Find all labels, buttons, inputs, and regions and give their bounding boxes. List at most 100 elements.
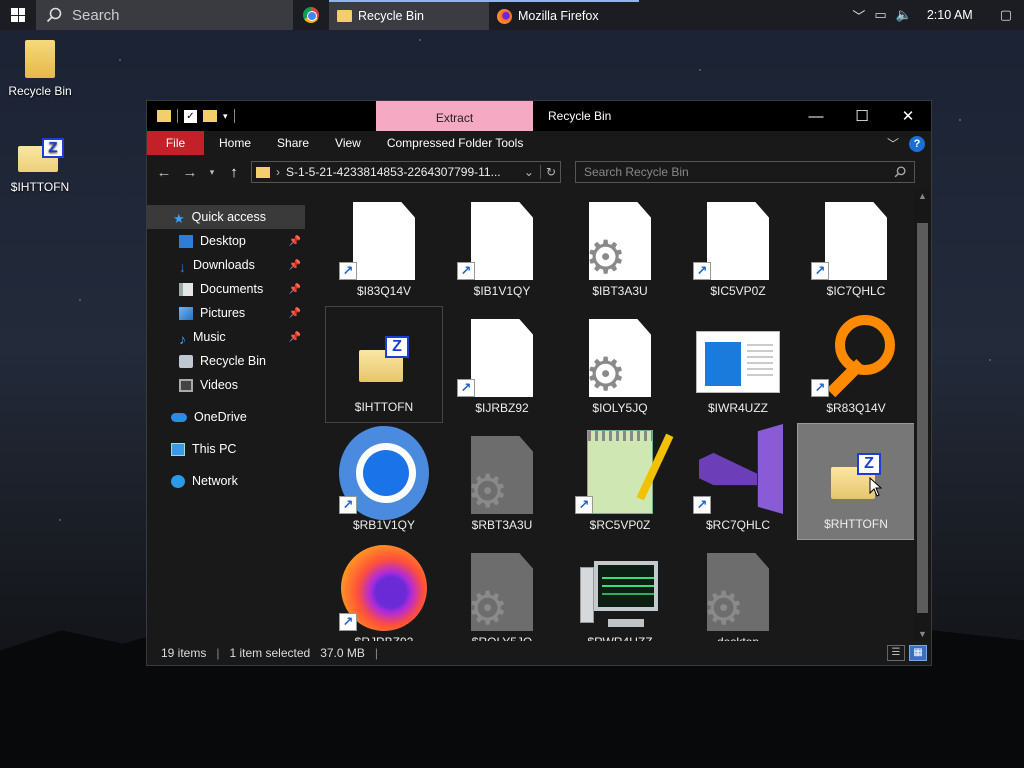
nav-recycle-bin[interactable]: Recycle Bin	[147, 349, 305, 373]
desktop-icon	[179, 234, 193, 248]
navigation-pane: ★ Quick access Desktop 📌 ↓ Downloads 📌 D…	[147, 189, 305, 641]
taskbar-app-label: Mozilla Firefox	[518, 9, 599, 23]
clock[interactable]: 2:10 AM	[927, 8, 973, 22]
nav-onedrive[interactable]: OneDrive	[147, 405, 305, 429]
back-arrow-icon[interactable]: ←	[155, 164, 173, 181]
scrollbar-thumb[interactable]	[917, 223, 928, 613]
tab-view[interactable]: View	[322, 131, 374, 155]
up-arrow-icon[interactable]: ↑	[225, 164, 243, 181]
file-item[interactable]: ↗ $I83Q14V	[325, 189, 443, 306]
mouse-cursor-icon	[869, 477, 883, 497]
contextual-tab-extract[interactable]: Extract	[376, 101, 533, 131]
file-item[interactable]: ↗ $R83Q14V	[797, 306, 915, 423]
item-count: 19 items	[161, 646, 207, 660]
close-button[interactable]: ✕	[885, 101, 931, 131]
file-item[interactable]: $IWR4UZZ	[679, 306, 797, 423]
title-bar[interactable]: ✓ ▾ Extract Recycle Bin — ☐ ✕	[147, 101, 931, 131]
windows-logo-icon	[11, 8, 25, 22]
file-item[interactable]: ⚙ $RBT3A3U	[443, 423, 561, 540]
tab-share[interactable]: Share	[264, 131, 322, 155]
chevron-down-icon[interactable]: ⌄	[524, 165, 534, 179]
chevron-up-icon[interactable]: ﹀	[852, 6, 865, 25]
file-name: $RBT3A3U	[471, 518, 533, 532]
scroll-down-icon[interactable]: ▼	[914, 627, 931, 641]
desktop-icon-label: $IHTTOFN	[10, 180, 70, 194]
nav-label: Quick access	[191, 210, 266, 224]
nav-label: Downloads	[193, 258, 255, 272]
file-item[interactable]: ⚙ $ROLY5JQ	[443, 540, 561, 657]
desktop-icon-recycle-bin[interactable]: Recycle Bin	[2, 40, 78, 98]
file-item[interactable]: ↗ $RC7QHLC	[679, 423, 797, 540]
file-item[interactable]: ↗ $RC5VP0Z	[561, 423, 679, 540]
nav-desktop[interactable]: Desktop 📌	[147, 229, 305, 253]
search-icon	[46, 7, 62, 23]
notifications-icon[interactable]: ▢	[1000, 7, 1012, 23]
file-item[interactable]: ⚙ $IBT3A3U	[561, 189, 679, 306]
file-item[interactable]: ↗ $RJRBZ92	[325, 540, 443, 657]
quick-access-toolbar: ✓ ▾	[147, 109, 377, 123]
details-view-icon[interactable]: ☰	[887, 645, 905, 661]
zip-folder-icon: Z	[811, 427, 901, 513]
file-item[interactable]: ↗ $IC7QHLC	[797, 189, 915, 306]
help-icon[interactable]: ?	[909, 135, 925, 152]
taskbar-app-firefox[interactable]: Mozilla Firefox	[489, 0, 639, 30]
vertical-scrollbar[interactable]: ▲ ▼	[914, 189, 931, 641]
tab-home[interactable]: Home	[206, 131, 264, 155]
ribbon-tabs: File Home Share View Compressed Folder T…	[147, 131, 931, 155]
visual-studio-icon: ↗	[693, 424, 783, 514]
file-name: $RB1V1QY	[352, 518, 416, 532]
start-button[interactable]	[0, 0, 36, 30]
file-item[interactable]: ↗ $IC5VP0Z	[679, 189, 797, 306]
file-item[interactable]: $RWR4UZZ	[561, 540, 679, 657]
refresh-icon[interactable]: ↻	[539, 165, 556, 179]
music-note-icon: ♪	[179, 330, 186, 347]
taskbar-search-placeholder: Search	[72, 6, 120, 24]
nav-this-pc[interactable]: This PC	[147, 437, 305, 461]
file-item-selected[interactable]: Z $RHTTOFN	[797, 423, 915, 540]
taskbar-search[interactable]: Search	[36, 0, 293, 30]
nav-network[interactable]: Network	[147, 469, 305, 493]
new-folder-icon[interactable]	[203, 110, 217, 122]
file-item[interactable]: Z $IHTTOFN	[325, 306, 443, 423]
file-item[interactable]: ↗ $RB1V1QY	[325, 423, 443, 540]
forward-arrow-icon[interactable]: →	[181, 164, 199, 181]
search-input[interactable]: Search Recycle Bin	[575, 161, 915, 183]
scroll-up-icon[interactable]: ▲	[914, 189, 931, 203]
large-icons-view-icon[interactable]: ▦	[909, 645, 927, 661]
file-name: $IOLY5JQ	[592, 401, 648, 415]
firefox-icon: ↗	[339, 545, 429, 631]
window-controls: — ☐ ✕	[793, 101, 931, 131]
desktop-icon-ihttofn[interactable]: Z $IHTTOFN	[2, 138, 78, 194]
address-bar[interactable]: › S-1-5-21-4233814853-2264307799-11... ⌄…	[251, 161, 561, 183]
file-item[interactable]: ↗ $IJRBZ92	[443, 306, 561, 423]
tab-file[interactable]: File	[147, 131, 204, 155]
chrome-icon	[303, 7, 319, 23]
nav-downloads[interactable]: ↓ Downloads 📌	[147, 253, 305, 277]
taskbar: Search Recycle Bin Mozilla Firefox ﹀ ▭ 🔈…	[0, 0, 1024, 30]
volume-muted-icon[interactable]: 🔈	[896, 7, 912, 23]
file-name: $R83Q14V	[826, 401, 886, 415]
document-icon	[179, 282, 193, 296]
taskbar-chrome-button[interactable]	[293, 0, 329, 30]
maximize-button[interactable]: ☐	[839, 101, 885, 131]
network-icon[interactable]: ▭	[874, 7, 886, 23]
nav-videos[interactable]: Videos	[147, 373, 305, 397]
nav-music[interactable]: ♪ Music 📌	[147, 325, 305, 349]
minimize-button[interactable]: —	[793, 101, 839, 131]
file-item[interactable]: ↗ $IB1V1QY	[443, 189, 561, 306]
nav-pictures[interactable]: Pictures 📌	[147, 301, 305, 325]
nav-documents[interactable]: Documents 📌	[147, 277, 305, 301]
file-item[interactable]: ⚙ desktop	[679, 540, 797, 657]
file-item[interactable]: ⚙ $IOLY5JQ	[561, 306, 679, 423]
nav-quick-access[interactable]: ★ Quick access	[147, 205, 305, 229]
resource-monitor-icon	[575, 545, 665, 631]
recent-locations-icon[interactable]: ▾	[207, 167, 217, 178]
zip-folder-icon: Z	[16, 138, 64, 174]
download-arrow-icon: ↓	[179, 258, 186, 275]
chevron-down-icon[interactable]: ▾	[223, 111, 228, 122]
taskbar-app-recycle-bin[interactable]: Recycle Bin	[329, 0, 489, 30]
tab-compressed-folder-tools[interactable]: Compressed Folder Tools	[374, 131, 537, 155]
properties-icon[interactable]: ✓	[184, 109, 197, 123]
expand-ribbon-icon[interactable]: ﹀	[887, 135, 899, 152]
file-grid: ↗ $I83Q14V ↗ $IB1V1QY ⚙ $IBT3A3U ↗ $IC5V…	[325, 189, 915, 657]
